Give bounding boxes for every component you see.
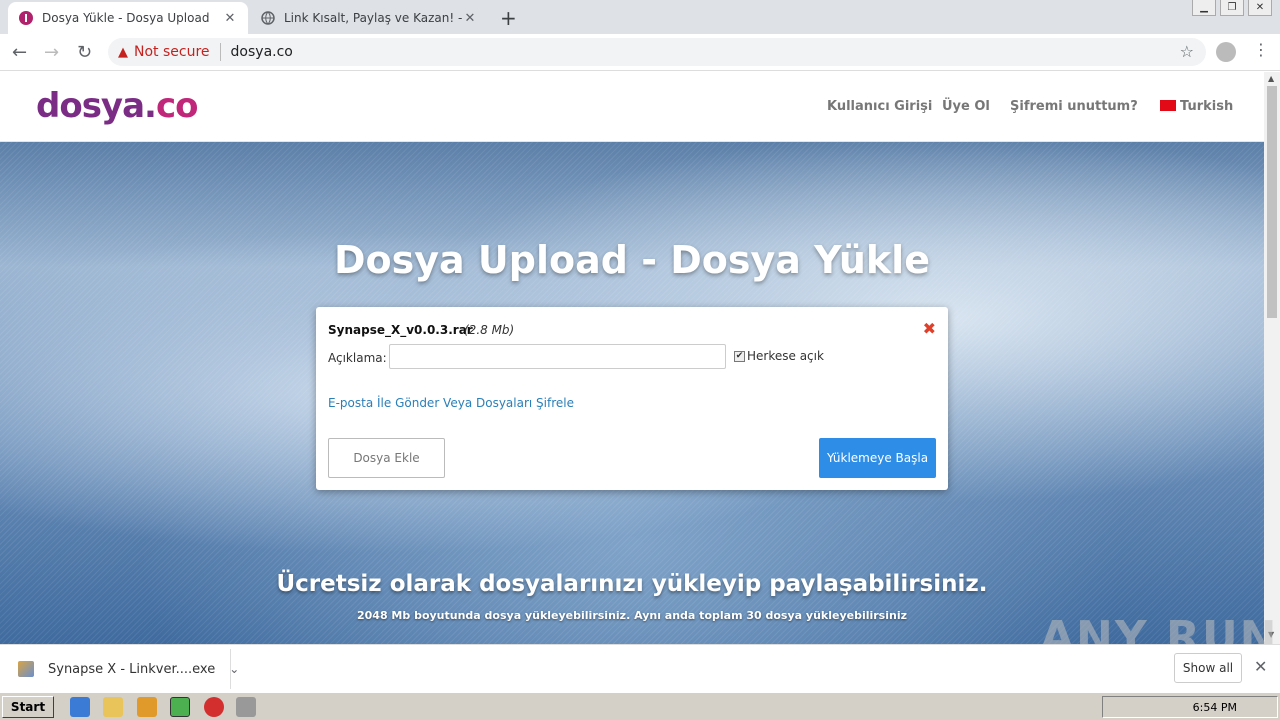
tab-title: Dosya Yükle - Dosya Upload — [42, 11, 210, 25]
public-label: Herkese açık — [747, 349, 824, 363]
minimize-icon[interactable]: ▁ — [1192, 0, 1216, 16]
tab-strip: Dosya Yükle - Dosya Upload ✕ Link Kısalt… — [0, 0, 1280, 34]
restore-icon[interactable]: ❐ — [1220, 0, 1244, 16]
window-controls: ▁ ❐ ✕ — [1192, 0, 1272, 16]
hero-section: Dosya Upload - Dosya Yükle Synapse_X_v0.… — [0, 142, 1264, 644]
file-size: (2.8 Mb) — [464, 323, 515, 337]
show-all-button[interactable]: Show all — [1174, 653, 1242, 683]
description-label: Açıklama: — [328, 351, 387, 365]
browser-toolbar: ← → ↻ ▲ Not secure dosya.co ☆ ⋮ — [0, 34, 1280, 71]
download-item[interactable]: Synapse X - Linkver....exe ⌄ — [18, 657, 239, 681]
file-name: Synapse_X_v0.0.3.rar — [328, 323, 473, 337]
download-filename: Synapse X - Linkver....exe — [48, 661, 216, 677]
close-window-icon[interactable]: ✕ — [1248, 0, 1272, 16]
menu-dots-icon[interactable]: ⋮ — [1253, 40, 1269, 59]
public-checkbox[interactable]: ✔ — [734, 350, 745, 362]
remove-file-icon[interactable]: ✖ — [923, 319, 936, 338]
tab-dosya[interactable]: Dosya Yükle - Dosya Upload ✕ — [8, 2, 248, 34]
upload-panel: Synapse_X_v0.0.3.rar (2.8 Mb) ✖ Açıklama… — [316, 307, 948, 490]
description-input[interactable] — [389, 344, 726, 369]
explorer-icon[interactable] — [103, 697, 123, 717]
nav-forgot-password[interactable]: Şifremi unuttum? — [1010, 99, 1138, 114]
forward-icon[interactable]: → — [44, 42, 59, 63]
profile-avatar-icon[interactable] — [1216, 42, 1236, 62]
tab-close-icon[interactable]: ✕ — [462, 11, 478, 26]
reload-icon[interactable]: ↻ — [77, 42, 92, 63]
page-scrollbar[interactable]: ▲ ▼ — [1264, 72, 1280, 644]
new-tab-button[interactable]: + — [500, 6, 517, 30]
start-upload-button[interactable]: Yüklemeye Başla — [819, 438, 936, 478]
address-bar[interactable]: ▲ Not secure dosya.co ☆ — [108, 38, 1206, 66]
web-page: dosya.co Kullanıcı Girişi Üye Ol Şifremi… — [0, 72, 1264, 644]
site-header: dosya.co Kullanıcı Girişi Üye Ol Şifremi… — [0, 72, 1264, 142]
windows-taskbar: Start 6:54 PM — [0, 692, 1280, 720]
security-label[interactable]: Not secure — [134, 44, 210, 60]
ie-icon[interactable] — [70, 697, 90, 717]
add-file-button[interactable]: Dosya Ekle — [328, 438, 445, 478]
clock[interactable]: 6:54 PM — [1193, 701, 1237, 714]
divider — [230, 649, 231, 689]
scroll-up-icon[interactable]: ▲ — [1268, 74, 1274, 83]
dosya-favicon-icon — [18, 10, 34, 26]
email-encrypt-link[interactable]: E-posta İle Gönder Veya Dosyaları Şifrel… — [328, 396, 574, 410]
warning-icon: ▲ — [118, 44, 128, 60]
close-download-bar-icon[interactable]: ✕ — [1254, 657, 1267, 676]
system-tray: 6:54 PM — [1102, 696, 1278, 718]
divider — [219, 43, 221, 61]
tab-title: Link Kısalt, Paylaş ve Kazan! - TIK.LA — [284, 11, 462, 25]
installer-file-icon — [18, 661, 34, 677]
scroll-thumb[interactable] — [1267, 86, 1277, 318]
site-logo[interactable]: dosya.co — [36, 86, 198, 126]
opera-icon[interactable] — [204, 697, 224, 717]
media-player-icon[interactable] — [137, 697, 157, 717]
chrome-icon[interactable] — [170, 697, 190, 717]
tab-tikla[interactable]: Link Kısalt, Paylaş ve Kazan! - TIK.LA ✕ — [250, 2, 488, 34]
hero-tagline: Ücretsiz olarak dosyalarınızı yükleyip p… — [276, 571, 988, 597]
download-bar: Synapse X - Linkver....exe ⌄ Show all ✕ — [0, 644, 1280, 692]
nav-register[interactable]: Üye Ol — [942, 99, 990, 114]
nav-login[interactable]: Kullanıcı Girişi — [827, 99, 932, 114]
tab-close-icon[interactable]: ✕ — [222, 11, 238, 26]
globe-icon — [260, 10, 276, 26]
hero-title: Dosya Upload - Dosya Yükle — [334, 238, 930, 282]
url-text[interactable]: dosya.co — [231, 44, 293, 60]
start-button[interactable]: Start — [2, 696, 54, 718]
public-option[interactable]: ✔ Herkese açık — [734, 349, 824, 363]
language-selector[interactable]: Turkish — [1160, 99, 1233, 114]
app-icon[interactable] — [236, 697, 256, 717]
bookmark-star-icon[interactable]: ☆ — [1180, 42, 1194, 61]
turkey-flag-icon — [1160, 100, 1176, 111]
back-icon[interactable]: ← — [12, 42, 27, 63]
